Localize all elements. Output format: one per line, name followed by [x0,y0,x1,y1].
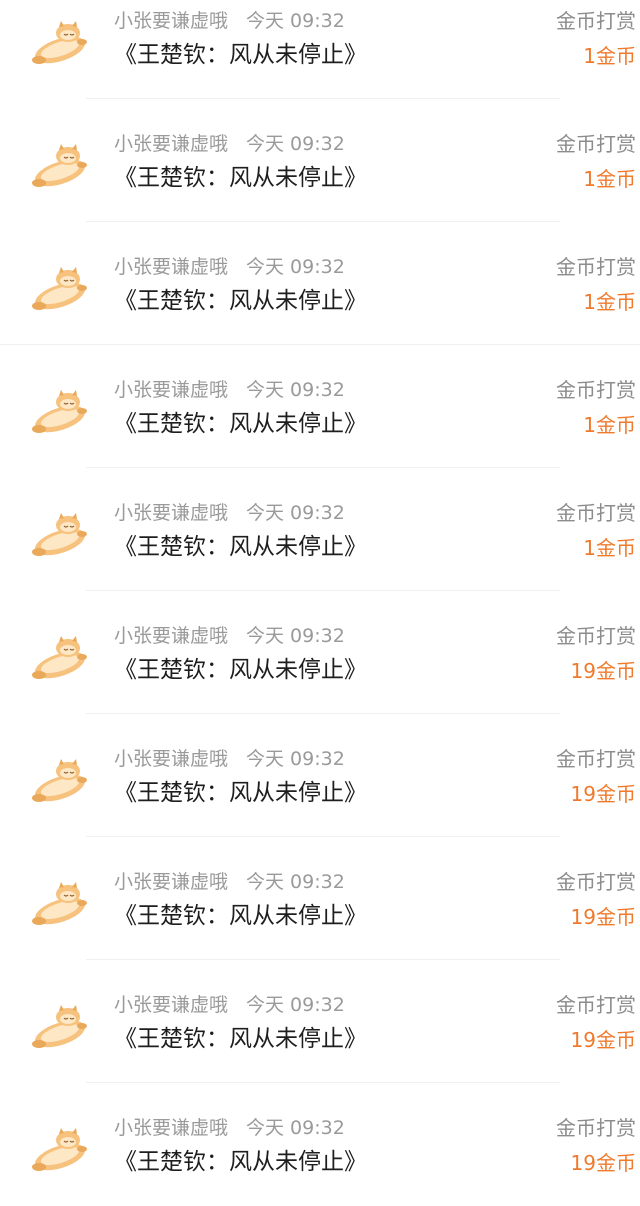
reward-amount: 19金币 [570,1151,636,1175]
reward-amount: 19金币 [570,782,636,806]
list-item[interactable]: 小张要谦虚哦 今天 09:32 《王楚钦：风从未停止》 金币打赏 1金币 [0,345,640,468]
list-item[interactable]: 小张要谦虚哦 今天 09:32 《王楚钦：风从未停止》 金币打赏 1金币 [0,222,640,345]
reward-meta: 小张要谦虚哦 今天 09:32 [114,129,345,159]
list-item[interactable]: 小张要谦虚哦 今天 09:32 《王楚钦：风从未停止》 金币打赏 19金币 [0,1083,640,1206]
reward-amount: 1金币 [583,413,636,437]
reward-amount: 1金币 [583,44,636,68]
list-item[interactable]: 小张要谦虚哦 今天 09:32 《王楚钦：风从未停止》 金币打赏 19金币 [0,960,640,1083]
reward-meta: 小张要谦虚哦 今天 09:32 [114,621,345,651]
reward-amount: 1金币 [583,536,636,560]
reward-type-label: 金币打赏 [556,132,636,156]
timestamp: 今天 09:32 [246,625,345,647]
reward-meta: 小张要谦虚哦 今天 09:32 [114,1113,345,1143]
reward-meta: 小张要谦虚哦 今天 09:32 [114,6,345,36]
reward-type-label: 金币打赏 [556,1116,636,1140]
list-item[interactable]: 小张要谦虚哦 今天 09:32 《王楚钦：风从未停止》 金币打赏 19金币 [0,591,640,714]
reward-meta: 小张要谦虚哦 今天 09:32 [114,867,345,897]
sleeping-cat-icon[interactable] [30,1125,90,1173]
sleeping-cat-icon[interactable] [30,510,90,558]
reward-meta: 小张要谦虚哦 今天 09:32 [114,990,345,1020]
username[interactable]: 小张要谦虚哦 [114,379,228,401]
timestamp: 今天 09:32 [246,10,345,32]
book-title[interactable]: 《王楚钦：风从未停止》 [114,899,367,933]
book-title[interactable]: 《王楚钦：风从未停止》 [114,776,367,810]
username[interactable]: 小张要谦虚哦 [114,10,228,32]
list-item[interactable]: 小张要谦虚哦 今天 09:32 《王楚钦：风从未停止》 金币打赏 1金币 [0,468,640,591]
reward-list: 小张要谦虚哦 今天 09:32 《王楚钦：风从未停止》 金币打赏 1金币 小张要谦… [0,0,640,1206]
book-title[interactable]: 《王楚钦：风从未停止》 [114,1022,367,1056]
reward-meta: 小张要谦虚哦 今天 09:32 [114,744,345,774]
timestamp: 今天 09:32 [246,379,345,401]
timestamp: 今天 09:32 [246,256,345,278]
list-item[interactable]: 小张要谦虚哦 今天 09:32 《王楚钦：风从未停止》 金币打赏 1金币 [0,99,640,222]
username[interactable]: 小张要谦虚哦 [114,1117,228,1139]
reward-type-label: 金币打赏 [556,378,636,402]
reward-amount: 19金币 [570,1028,636,1052]
timestamp: 今天 09:32 [246,748,345,770]
timestamp: 今天 09:32 [246,871,345,893]
book-title[interactable]: 《王楚钦：风从未停止》 [114,530,367,564]
sleeping-cat-icon[interactable] [30,756,90,804]
book-title[interactable]: 《王楚钦：风从未停止》 [114,284,367,318]
list-item[interactable]: 小张要谦虚哦 今天 09:32 《王楚钦：风从未停止》 金币打赏 19金币 [0,714,640,837]
book-title[interactable]: 《王楚钦：风从未停止》 [114,38,367,72]
reward-meta: 小张要谦虚哦 今天 09:32 [114,498,345,528]
reward-amount: 1金币 [583,290,636,314]
username[interactable]: 小张要谦虚哦 [114,133,228,155]
reward-meta: 小张要谦虚哦 今天 09:32 [114,252,345,282]
reward-type-label: 金币打赏 [556,624,636,648]
username[interactable]: 小张要谦虚哦 [114,625,228,647]
username[interactable]: 小张要谦虚哦 [114,994,228,1016]
timestamp: 今天 09:32 [246,502,345,524]
book-title[interactable]: 《王楚钦：风从未停止》 [114,407,367,441]
timestamp: 今天 09:32 [246,133,345,155]
sleeping-cat-icon[interactable] [30,18,90,66]
list-item[interactable]: 小张要谦虚哦 今天 09:32 《王楚钦：风从未停止》 金币打赏 19金币 [0,837,640,960]
timestamp: 今天 09:32 [246,1117,345,1139]
reward-amount: 1金币 [583,167,636,191]
sleeping-cat-icon[interactable] [30,141,90,189]
list-item[interactable]: 小张要谦虚哦 今天 09:32 《王楚钦：风从未停止》 金币打赏 1金币 [0,0,640,99]
reward-type-label: 金币打赏 [556,870,636,894]
username[interactable]: 小张要谦虚哦 [114,502,228,524]
book-title[interactable]: 《王楚钦：风从未停止》 [114,1145,367,1179]
reward-amount: 19金币 [570,659,636,683]
sleeping-cat-icon[interactable] [30,1002,90,1050]
reward-amount: 19金币 [570,905,636,929]
username[interactable]: 小张要谦虚哦 [114,871,228,893]
book-title[interactable]: 《王楚钦：风从未停止》 [114,653,367,687]
reward-type-label: 金币打赏 [556,747,636,771]
timestamp: 今天 09:32 [246,994,345,1016]
sleeping-cat-icon[interactable] [30,879,90,927]
reward-type-label: 金币打赏 [556,255,636,279]
sleeping-cat-icon[interactable] [30,264,90,312]
book-title[interactable]: 《王楚钦：风从未停止》 [114,161,367,195]
sleeping-cat-icon[interactable] [30,633,90,681]
username[interactable]: 小张要谦虚哦 [114,256,228,278]
username[interactable]: 小张要谦虚哦 [114,748,228,770]
reward-type-label: 金币打赏 [556,501,636,525]
reward-type-label: 金币打赏 [556,9,636,33]
sleeping-cat-icon[interactable] [30,387,90,435]
reward-meta: 小张要谦虚哦 今天 09:32 [114,375,345,405]
reward-type-label: 金币打赏 [556,993,636,1017]
